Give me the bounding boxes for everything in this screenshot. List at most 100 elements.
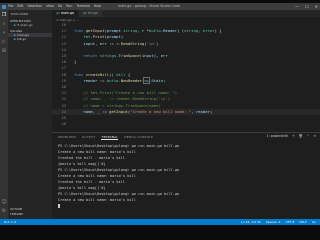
line-ending[interactable]: CRLF [299,219,307,225]
tab-label: main.go [61,11,74,15]
line-number: 23 [61,103,66,108]
line-number: 19 [61,78,66,83]
terminal-controls: 1: powershell + 🗑 ^ ✕ [267,134,316,138]
line-number: 18 [61,72,66,77]
close-icon[interactable]: ✕ [315,3,318,10]
menu-run[interactable]: Run [66,3,72,10]
sidebar-item-label: TIMELINE [10,212,23,216]
menu-file[interactable]: File [8,3,13,10]
run-debug-icon[interactable]: ▷ [2,40,7,45]
gear-icon[interactable]: ⚙ [2,209,7,214]
line-code: fmt.Print(prompt) [83,34,124,40]
line-code: // fmt.Print("Create a new bill name: ") [74,90,178,96]
code-line[interactable]: 17 [52,65,320,71]
code-line[interactable]: 21 // fmt.Print("Create a new bill name:… [52,90,320,96]
code-editor[interactable]: 10 11 func getInput(prompt string, r *bufi… [52,22,320,132]
menu-selection[interactable]: Selection [28,3,43,10]
extensions-icon[interactable]: ⊞ [2,49,7,54]
line-code: // name, _ := reader.ReadString('\n') [74,96,171,102]
menu-help[interactable]: Help [94,3,101,10]
code-line[interactable]: 15 return strings.TrimSpace(input), err [52,53,320,59]
explorer-icon[interactable]: ❐ [2,13,7,18]
code-line[interactable]: 20 [52,84,320,90]
window-controls: — ☐ ✕ [295,3,318,10]
code-line[interactable]: 19 reader := bufio.NewReader(os.Stdin) [52,76,320,84]
tab-bill-go[interactable]: go bill.go [78,10,103,17]
line-code: reader := bufio.NewReader(os.Stdin) [83,76,166,84]
code-line[interactable]: 11 func getInput(prompt string, r *bufio.… [52,28,320,34]
code-line[interactable]: 10 [52,22,320,28]
menu-go[interactable]: Go [58,3,62,10]
line-number: 16 [61,60,66,65]
maximize-icon[interactable]: ☐ [305,3,309,10]
window-title: main.go - golang - Visual Studio Code [118,4,181,8]
sidebar-item-bill-go[interactable]: ▪ bill.go [8,37,52,41]
line-number: 22 [61,97,66,102]
cursor-position[interactable]: Ln 24, Col 52 [241,219,261,225]
tab-problems[interactable]: PROBLEMS [58,135,76,140]
sidebar-item-label: bill.go [16,37,27,41]
menu-terminal[interactable]: Terminal [76,3,89,10]
sidebar-title: EXPLORER [11,12,29,16]
line-number: 12 [61,35,66,40]
menu-edit[interactable]: Edit [17,3,23,10]
search-icon[interactable]: ⌕ [2,22,7,27]
code-line[interactable]: 25 [52,115,320,121]
go-file-icon: ▪ [13,23,16,27]
line-code: return strings.TrimSpace(input), err [83,53,168,58]
account-icon[interactable]: ☺ [2,200,7,205]
terminal-cursor [58,204,60,208]
problems-status[interactable]: ⊗ 0 ⚠ 0 [4,219,16,225]
code-line[interactable]: 26 [52,121,320,127]
explorer-sidebar: EXPLORER OPEN EDITORS ▪ ✕ main.go GOLANG… [8,10,52,219]
tab-main-go[interactable]: go main.go [52,10,79,17]
code-line[interactable]: 14 [52,47,320,53]
terminal-output[interactable]: PS C:\Users\Shaun\Desktop\golang> go run… [58,143,179,209]
code-line[interactable]: 16} [52,59,320,65]
code-line[interactable]: 23 // name = strings.TrimSpace(name) [52,103,320,109]
code-line[interactable]: 13 input, err := r.ReadString('\n') [52,41,320,47]
sidebar-section-timeline[interactable]: TIMELINE [8,212,52,216]
tab-terminal[interactable]: TERMINAL [101,135,119,140]
line-number: 11 [61,29,66,34]
line-number: 26 [61,122,66,127]
line-number: 17 [61,66,66,71]
sidebar-item-open-main[interactable]: ▪ ✕ main.go [8,23,52,27]
tab-debug-console[interactable]: DEBUG CONSOLE [124,135,153,140]
encoding[interactable]: UTF-8 [286,219,295,225]
activity-bar: ❐ ⌕ ⑂ ▷ ⊞ ☺ ⚙ [0,10,8,219]
close-panel-icon[interactable]: ✕ [313,134,316,138]
status-bar: ⊗ 0 ⚠ 0 Ln 24, Col 52 Spaces: 4 UTF-8 CR… [0,219,320,225]
language-mode[interactable]: Go [312,219,316,225]
chevron-up-icon[interactable]: ^ [307,134,310,138]
editor-tabs: go main.go go bill.go [52,10,320,17]
code-line[interactable]: 22 // name, _ := reader.ReadString('\n') [52,96,320,102]
sidebar-item-label: OUTLINE [10,207,23,211]
go-file-icon: go [82,11,87,15]
terminal-line [58,203,179,209]
video-frame: File Edit Selection View Go Run Terminal… [0,0,320,240]
tab-label: bill.go [87,11,98,15]
tab-output[interactable]: OUTPUT [82,135,95,140]
bottom-panel: PROBLEMS OUTPUT TERMINAL DEBUG CONSOLE 1… [52,132,320,219]
minimize-icon[interactable]: — [295,3,299,10]
sidebar-section-outline[interactable]: OUTLINE [8,207,52,211]
line-number: 25 [61,116,66,120]
add-terminal-icon[interactable]: + [292,134,295,138]
code-line[interactable]: 12 fmt.Print(prompt) [52,34,320,40]
terminal-select[interactable]: 1: powershell [267,134,288,138]
line-number: 10 [61,23,66,27]
code-line[interactable]: 18 func createBill() bill { [52,72,320,78]
menu-view[interactable]: View [46,3,54,10]
line-number: 13 [61,41,66,46]
indentation[interactable]: Spaces: 4 [266,219,281,225]
line-code: func getInput(prompt string, r *bufio.Re… [74,28,222,34]
go-file-icon: go [56,11,60,15]
trash-icon[interactable]: 🗑 [299,134,303,138]
menu-bar: File Edit Selection View Go Run Terminal… [0,3,101,10]
status-right: Ln 24, Col 52 Spaces: 4 UTF-8 CRLF Go [241,219,316,225]
code-line[interactable]: 24 name, _ := getInput("Create a new bil… [52,108,320,115]
source-control-icon[interactable]: ⑂ [2,31,7,36]
line-code: } [74,59,77,65]
line-number: 24 [61,109,66,114]
